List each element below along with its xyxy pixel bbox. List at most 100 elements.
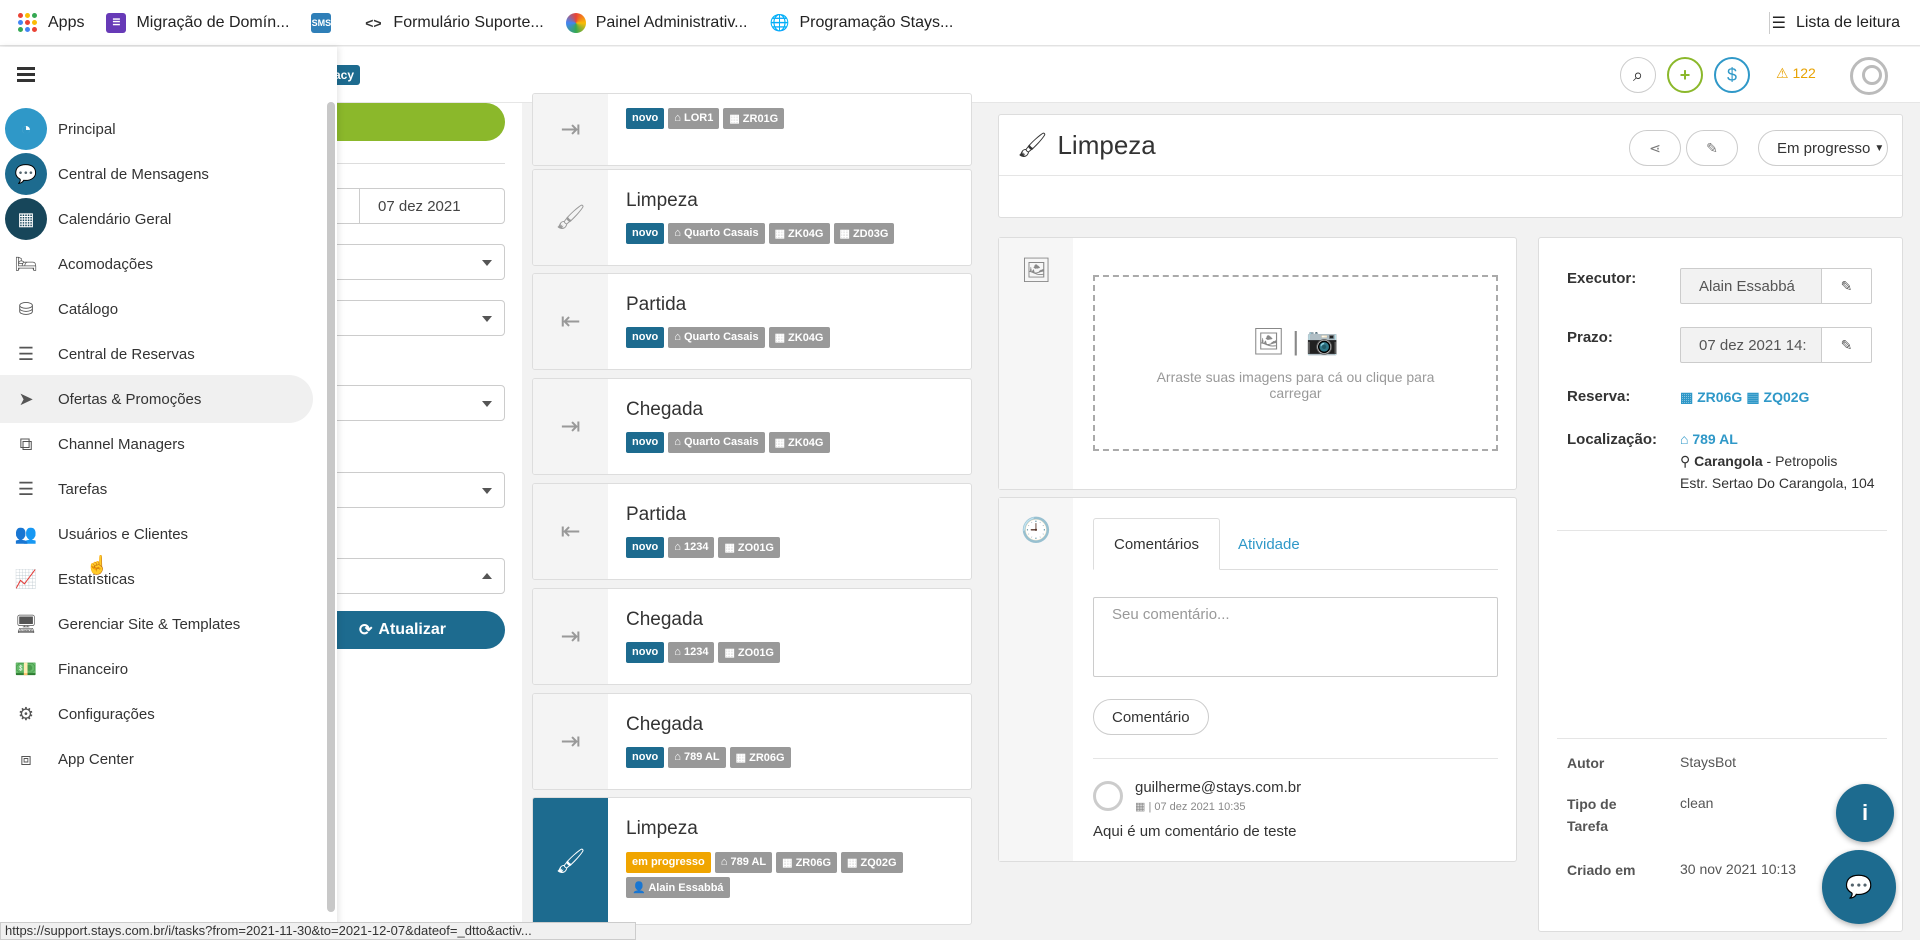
- search-button[interactable]: ⌕: [1620, 57, 1656, 93]
- task-tags: novo ⌂ LOR1 ▦ ZR01G: [626, 108, 966, 129]
- calendar-icon: ▦: [1680, 389, 1698, 405]
- home-icon: ⌂: [720, 856, 731, 868]
- task-tag-home: ⌂ 789 AL: [668, 747, 726, 768]
- comment-date: ▦ | 07 dez 2021 10:35: [1135, 800, 1246, 813]
- comment-submit-button[interactable]: Comentário: [1093, 699, 1209, 735]
- bookmark-apps[interactable]: Apps: [18, 12, 85, 33]
- task-type-value: clean: [1680, 795, 1714, 811]
- finance-button[interactable]: $: [1714, 57, 1750, 93]
- sidebar-item-label: Catálogo: [58, 300, 119, 318]
- author-value: StaysBot: [1680, 754, 1737, 770]
- reading-list-label: Lista de leitura: [1795, 14, 1900, 31]
- hamburger-menu-icon[interactable]: [17, 67, 35, 85]
- reservation-label: Reserva:: [1567, 388, 1631, 405]
- sidebar-item-principal[interactable]: ◔ Principal: [0, 105, 313, 153]
- task-card[interactable]: ⇥ Chegada novo ⌂ Quarto Casais ▦ ZK04G: [532, 378, 972, 475]
- sidebar-item-gerenciar-site-templates[interactable]: 🖥 Gerenciar Site & Templates: [0, 600, 313, 648]
- location-unit-link[interactable]: ⌂ 789 AL: [1680, 428, 1880, 450]
- edit-button[interactable]: ✎: [1686, 130, 1738, 166]
- task-tag-text: novo: [632, 436, 659, 448]
- task-tags: novo ⌂ Quarto Casais ▦ ZK04G ▦ ZD03G: [626, 223, 966, 244]
- add-button[interactable]: +: [1667, 57, 1703, 93]
- map-marker-icon: ⚲: [1680, 453, 1695, 469]
- alerts-button[interactable]: ⚠ 122: [1776, 65, 1816, 82]
- task-tag-home: ⌂ Quarto Casais: [668, 432, 765, 453]
- sidebar-item-cat-logo[interactable]: ⛁ Catálogo: [0, 285, 313, 333]
- task-card[interactable]: ⇥ Chegada novo ⌂ 789 AL ▦ ZR06G: [532, 693, 972, 790]
- money-icon: 💵: [14, 658, 38, 679]
- task-tag-cal: ▦ ZK04G: [768, 432, 830, 453]
- task-card[interactable]: ⇥ Chegada novo ⌂ 1234 ▦ ZO01G: [532, 588, 972, 685]
- bookmark-migracao[interactable]: ☰ Migração de Domín...: [106, 12, 289, 33]
- task-tag-text: Quarto Casais: [683, 331, 759, 343]
- pencil-icon: ✎: [1840, 277, 1853, 294]
- task-tag-text: ZO01G: [737, 647, 774, 659]
- bookmark-painel[interactable]: Painel Administrativ...: [565, 12, 747, 33]
- brush-icon: 🖌: [533, 170, 608, 265]
- executor-value: Alain Essabbá: [1699, 277, 1795, 295]
- pencil-icon: ✎: [1706, 139, 1718, 156]
- task-title: Partida: [626, 504, 687, 525]
- info-button[interactable]: i: [1836, 784, 1894, 842]
- status-dropdown[interactable]: Em progresso ▼: [1758, 130, 1888, 166]
- task-tag-home: ⌂ Quarto Casais: [668, 327, 765, 348]
- task-card[interactable]: 🖌 Limpeza em progresso ⌂ 789 AL ▦ ZR06G ▦ ZQ0…: [532, 797, 972, 925]
- home-icon: ⌂: [674, 646, 684, 658]
- task-card[interactable]: ⇥ novo ⌂ LOR1 ▦ ZR01G: [532, 93, 972, 166]
- tab-comments[interactable]: Comentários: [1093, 518, 1221, 570]
- bookmark-programacao[interactable]: 🌐 Programação Stays...: [769, 13, 954, 33]
- task-card[interactable]: ⇤ Partida novo ⌂ 1234 ▦ ZO01G: [532, 483, 972, 580]
- task-tags: em progresso ⌂ 789 AL ▦ ZR06G ▦ ZQ02G 👤 Alai…: [626, 852, 966, 898]
- reservation-link[interactable]: ▦ ZQ02G: [1746, 389, 1809, 405]
- calendar-icon: ▦: [735, 752, 750, 764]
- date-to-input[interactable]: 07 dez 2021: [359, 189, 504, 223]
- comment-input[interactable]: Seu comentário...: [1093, 597, 1498, 677]
- sidebar-item-app-center[interactable]: ⧈ App Center: [0, 735, 313, 783]
- image-dropzone[interactable]: 🖼 | 📷 Arraste suas imagens para cá ou cl…: [1093, 275, 1498, 451]
- sidebar-item-central-de-reservas[interactable]: ☰ Central de Reservas: [0, 330, 313, 378]
- image-icon: 🖼: [1021, 257, 1052, 284]
- sidebar-scrollbar[interactable]: [327, 102, 335, 912]
- task-card[interactable]: ⇤ Partida novo ⌂ Quarto Casais ▦ ZK04G: [532, 273, 972, 370]
- sign-in-icon: ⇥: [533, 694, 608, 789]
- calendar-icon: ▦: [724, 647, 738, 659]
- task-tags: novo ⌂ 789 AL ▦ ZR06G: [626, 747, 966, 768]
- sidebar-item-channel-managers[interactable]: ⧉ Channel Managers: [0, 420, 313, 468]
- edit-executor-button[interactable]: ✎: [1821, 269, 1871, 303]
- sidebar-item-tarefas[interactable]: ☰ Tarefas: [0, 465, 313, 513]
- share-button[interactable]: ⋖: [1629, 130, 1681, 166]
- status-label: Em progresso: [1777, 139, 1871, 157]
- globe-icon: 🌐: [769, 14, 790, 32]
- side-strip: 🕘: [999, 498, 1073, 861]
- sidebar-item-estat-sticas[interactable]: 📈 Estatísticas: [0, 555, 313, 603]
- bookmark-label: Apps: [48, 13, 85, 31]
- sidebar-item-usu-rios-e-clientes[interactable]: 👥 Usuários e Clientes: [0, 510, 313, 558]
- sign-out-icon: ⇤: [533, 274, 608, 369]
- task-tag-text: ZR06G: [795, 857, 832, 869]
- task-card[interactable]: 🖌 Limpeza novo ⌂ Quarto Casais ▦ ZK04G ▦ ZD03…: [532, 169, 972, 266]
- edit-deadline-button[interactable]: ✎: [1821, 328, 1871, 362]
- tab-activity[interactable]: Atividade: [1218, 518, 1320, 570]
- gear-icon: ⚙: [17, 703, 35, 724]
- sidebar-item-acomoda-es[interactable]: 🛏 Acomodações: [0, 240, 313, 288]
- sign-in-icon: ⇥: [533, 94, 608, 165]
- bookmarks-bar: Apps ☰ Migração de Domín... SMS <> Formu…: [0, 0, 1920, 46]
- reading-list-button[interactable]: ☰ Lista de leitura: [1772, 0, 1900, 46]
- sidebar-item-configura-es[interactable]: ⚙ Configurações: [0, 690, 313, 738]
- sidebar-item-financeiro[interactable]: 💵 Financeiro: [0, 645, 313, 693]
- refresh-label: Atualizar: [378, 621, 446, 638]
- task-tag-text: Quarto Casais: [683, 227, 759, 239]
- home-icon: ⌂: [674, 541, 684, 553]
- chat-button[interactable]: 💬: [1822, 850, 1896, 924]
- reservation-link[interactable]: ▦ ZR06G: [1680, 389, 1742, 405]
- user-avatar[interactable]: [1850, 57, 1888, 95]
- sidebar-item-calend-rio-geral[interactable]: ▦ Calendário Geral: [0, 195, 313, 243]
- bookmark-sms[interactable]: SMS: [311, 12, 341, 33]
- sidebar-item-central-de-mensagens[interactable]: 💬 Central de Mensagens: [0, 150, 313, 198]
- brush-icon: 🖌: [1017, 132, 1048, 159]
- task-tag-home: ⌂ Quarto Casais: [668, 223, 765, 244]
- bookmark-formulario[interactable]: <> Formulário Suporte...: [363, 13, 543, 33]
- task-tag-text: novo: [632, 751, 659, 763]
- task-tag-novo: novo: [626, 537, 665, 558]
- sidebar-item-ofertas-promo-es[interactable]: ➤ Ofertas & Promoções: [0, 375, 313, 423]
